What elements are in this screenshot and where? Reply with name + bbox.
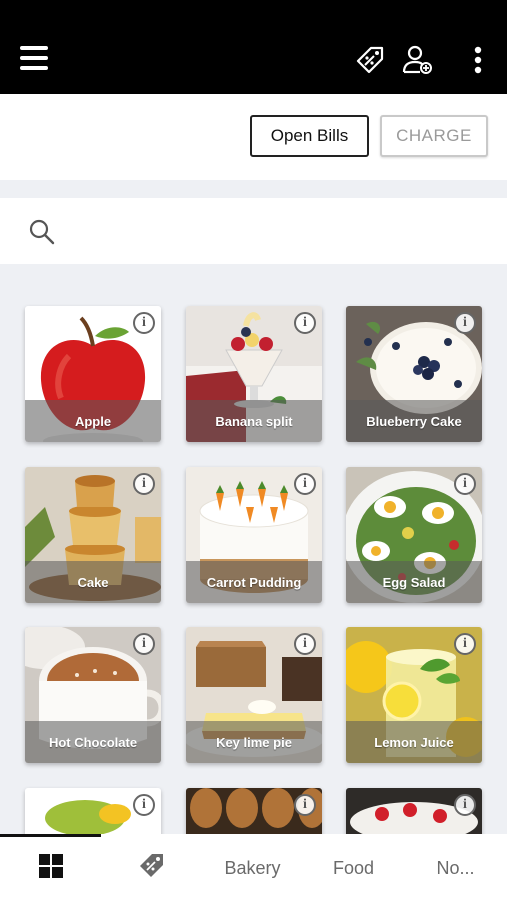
- discount-tag-icon: [137, 851, 167, 886]
- more-vertical-icon[interactable]: [462, 42, 494, 78]
- info-icon[interactable]: i: [133, 633, 155, 655]
- info-icon[interactable]: i: [294, 473, 316, 495]
- search-icon[interactable]: [26, 216, 58, 248]
- item-label: Key lime pie: [186, 721, 322, 763]
- item-tile-key-lime-pie[interactable]: i Key lime pie: [186, 627, 322, 763]
- tab-more[interactable]: No...: [404, 837, 507, 900]
- info-icon[interactable]: i: [133, 473, 155, 495]
- tab-discounts[interactable]: [101, 837, 202, 900]
- tab-bakery[interactable]: Bakery: [202, 837, 303, 900]
- item-tile-carrot-pudding[interactable]: i Carrot Pudding: [186, 467, 322, 603]
- item-tile-hot-chocolate[interactable]: i Hot Chocolate: [25, 627, 161, 763]
- item-tile-banana-split[interactable]: i Banana split: [186, 306, 322, 442]
- item-tile-lemon-juice[interactable]: i Lemon Juice: [346, 627, 482, 763]
- info-icon[interactable]: i: [454, 312, 476, 334]
- info-icon[interactable]: i: [294, 794, 316, 816]
- item-grid: i Apple i Banana split i Blueberry Cake …: [0, 264, 507, 834]
- item-label: Carrot Pudding: [186, 561, 322, 603]
- info-icon[interactable]: i: [454, 633, 476, 655]
- info-icon[interactable]: i: [454, 473, 476, 495]
- open-bills-button[interactable]: Open Bills: [250, 115, 369, 157]
- hamburger-menu-icon[interactable]: [16, 40, 52, 76]
- search-input[interactable]: [70, 212, 494, 252]
- info-icon[interactable]: i: [294, 633, 316, 655]
- item-label: Cake: [25, 561, 161, 603]
- item-label: Hot Chocolate: [25, 721, 161, 763]
- item-tile-egg-salad[interactable]: i Egg Salad: [346, 467, 482, 603]
- item-label: Banana split: [186, 400, 322, 442]
- add-customer-icon[interactable]: [399, 42, 435, 78]
- info-icon[interactable]: i: [454, 794, 476, 816]
- item-label: Blueberry Cake: [346, 400, 482, 442]
- grid-icon: [38, 853, 64, 884]
- tab-food[interactable]: Food: [303, 837, 404, 900]
- info-icon[interactable]: i: [133, 794, 155, 816]
- item-tile-partial[interactable]: i: [346, 788, 482, 834]
- tab-grid[interactable]: [0, 837, 101, 900]
- divider: [0, 180, 507, 198]
- search-bar: [0, 198, 507, 264]
- item-tile-apple[interactable]: i Apple: [25, 306, 161, 442]
- price-tag-icon[interactable]: [352, 42, 388, 78]
- info-icon[interactable]: i: [133, 312, 155, 334]
- item-tile-blueberry-cake[interactable]: i Blueberry Cake: [346, 306, 482, 442]
- bottom-tab-bar: Bakery Food No...: [0, 834, 507, 900]
- action-bar: Open Bills CHARGE: [0, 94, 507, 180]
- item-tile-cake[interactable]: i Cake: [25, 467, 161, 603]
- charge-button[interactable]: CHARGE: [380, 115, 488, 157]
- info-icon[interactable]: i: [294, 312, 316, 334]
- item-label: Apple: [25, 400, 161, 442]
- item-tile-partial[interactable]: i: [25, 788, 161, 834]
- item-label: Lemon Juice: [346, 721, 482, 763]
- top-app-bar: [0, 0, 507, 94]
- item-label: Egg Salad: [346, 561, 482, 603]
- item-tile-partial[interactable]: i: [186, 788, 322, 834]
